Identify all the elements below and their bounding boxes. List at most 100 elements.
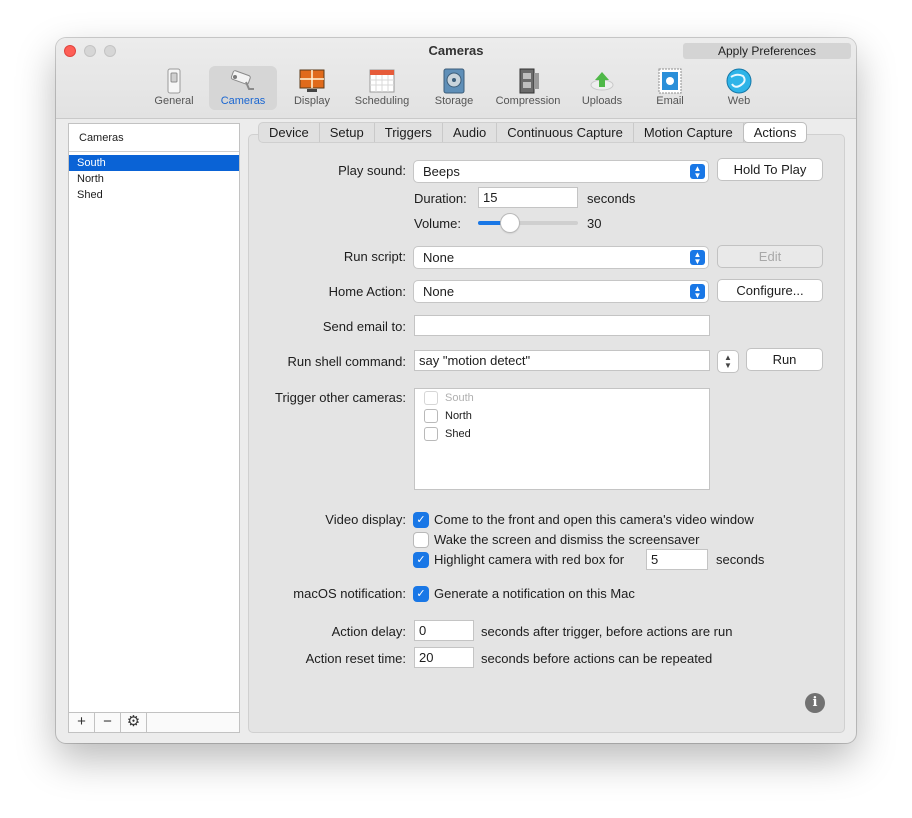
- reset-time-field[interactable]: 20: [414, 647, 474, 668]
- toolbar-item-scheduling[interactable]: Scheduling: [347, 66, 417, 110]
- toolbar-item-compression[interactable]: Compression: [490, 66, 566, 110]
- home-action-popup[interactable]: None ▲ ▼: [414, 281, 708, 302]
- video-display-label: Video display:: [325, 512, 406, 527]
- action-delay-label: Action delay:: [331, 624, 406, 639]
- wake-screen-checkbox[interactable]: [414, 533, 428, 547]
- action-delay-field[interactable]: 0: [414, 620, 474, 641]
- run-script-value: None: [423, 250, 455, 265]
- toolbar-item-email[interactable]: Email: [642, 66, 698, 110]
- run-script-popup[interactable]: None ▲ ▼: [414, 247, 708, 268]
- toolbar-item-display[interactable]: Display: [280, 66, 344, 110]
- titlebar: Cameras Apply Preferences General Camera…: [56, 38, 856, 119]
- toolbar-label: Web: [727, 95, 751, 107]
- display-grid-icon: [299, 69, 325, 92]
- popup-chevrons-icon: ▲ ▼: [690, 164, 705, 180]
- camera-settings-gear-icon[interactable]: ⚙: [121, 713, 147, 732]
- toolbar-label: General: [154, 95, 194, 107]
- tab-actions[interactable]: Actions: [743, 123, 807, 142]
- play-sound-label: Play sound:: [338, 163, 406, 178]
- preferences-window: Cameras Apply Preferences General Camera…: [56, 38, 856, 743]
- popup-chevrons-icon: ▲ ▼: [690, 284, 705, 300]
- add-camera-button[interactable]: +: [69, 713, 95, 732]
- calendar-icon: [369, 69, 395, 93]
- toolbar-label: Cameras: [220, 95, 266, 107]
- camera-list-header: Cameras: [69, 124, 239, 152]
- tab-bar: Device Setup Triggers Audio Continuous C…: [258, 122, 808, 143]
- highlight-camera-text: Highlight camera with red box for: [434, 552, 625, 567]
- globe-icon: [726, 68, 752, 94]
- tab-continuous-capture[interactable]: Continuous Capture: [497, 123, 634, 142]
- send-email-label: Send email to:: [322, 319, 406, 334]
- email-stamp-icon: [658, 68, 682, 94]
- come-to-front-text: Come to the front and open this camera's…: [434, 512, 754, 527]
- hard-drive-icon: [443, 68, 465, 94]
- toolbar-label: Email: [656, 95, 684, 107]
- sidebar-item-north[interactable]: North: [69, 171, 239, 187]
- toolbar-item-cameras[interactable]: Cameras: [209, 66, 277, 110]
- notification-checkbox[interactable]: ✓: [414, 587, 428, 601]
- upload-arrow-icon: [590, 72, 614, 91]
- tab-device[interactable]: Device: [259, 123, 320, 142]
- volume-slider[interactable]: [478, 221, 578, 225]
- notification-text: Generate a notification on this Mac: [434, 586, 635, 601]
- shell-command-stepper[interactable]: ▲ ▼: [718, 351, 738, 372]
- run-shell-button[interactable]: Run: [747, 349, 822, 370]
- toolbar-item-web[interactable]: Web: [712, 66, 766, 110]
- duration-unit: seconds: [587, 191, 636, 206]
- toolbar-label: Uploads: [581, 95, 623, 107]
- wake-screen-text: Wake the screen and dismiss the screensa…: [434, 532, 700, 547]
- tab-audio[interactable]: Audio: [443, 123, 498, 142]
- toolbar-label: Compression: [495, 95, 561, 107]
- toolbar-item-storage[interactable]: Storage: [424, 66, 484, 110]
- trigger-camera-checkbox[interactable]: [425, 428, 437, 440]
- trigger-camera-name: North: [445, 410, 472, 422]
- general-switch-icon: [167, 68, 181, 94]
- macos-notification-label: macOS notification:: [293, 586, 406, 601]
- info-icon[interactable]: i: [805, 693, 825, 713]
- toolbar-label: Storage: [434, 95, 474, 107]
- reset-time-label: Action reset time:: [305, 651, 406, 666]
- volume-slider-knob[interactable]: [501, 214, 519, 232]
- toolbar-item-general[interactable]: General: [142, 66, 206, 110]
- email-address-field[interactable]: [414, 315, 710, 336]
- apply-preferences-button[interactable]: Apply Preferences: [683, 43, 851, 59]
- sidebar-item-shed[interactable]: Shed: [69, 187, 239, 203]
- trigger-camera-checkbox: [425, 392, 437, 404]
- duration-label: Duration:: [414, 191, 467, 206]
- tab-motion-capture[interactable]: Motion Capture: [634, 123, 744, 142]
- shell-command-field[interactable]: say "motion detect": [414, 350, 710, 371]
- edit-script-button[interactable]: Edit: [718, 246, 822, 267]
- highlight-camera-checkbox[interactable]: ✓: [414, 553, 428, 567]
- come-to-front-checkbox[interactable]: ✓: [414, 513, 428, 527]
- shell-command-label: Run shell command:: [287, 354, 407, 369]
- remove-camera-button[interactable]: −: [95, 713, 121, 732]
- configure-button[interactable]: Configure...: [718, 280, 822, 301]
- camera-list-sidebar: Cameras South North Shed + − ⚙: [68, 123, 240, 733]
- tab-setup[interactable]: Setup: [320, 123, 375, 142]
- trigger-camera-name: Shed: [445, 428, 471, 440]
- run-script-label: Run script:: [343, 249, 406, 264]
- hold-to-play-button[interactable]: Hold To Play: [718, 159, 822, 180]
- play-sound-value: Beeps: [423, 164, 460, 179]
- play-sound-popup[interactable]: Beeps ▲ ▼: [414, 161, 708, 182]
- toolbar-label: Display: [293, 95, 331, 107]
- reset-time-suffix: seconds before actions can be repeated: [481, 651, 713, 666]
- film-clamp-icon: [519, 68, 539, 94]
- security-camera-icon: [230, 70, 254, 90]
- tab-triggers[interactable]: Triggers: [375, 123, 443, 142]
- home-action-label: Home Action:: [328, 284, 406, 299]
- trigger-cameras-label: Trigger other cameras:: [274, 390, 406, 405]
- duration-field[interactable]: 15: [478, 187, 578, 208]
- trigger-cameras-list: South North Shed: [414, 388, 710, 490]
- popup-chevrons-icon: ▲ ▼: [690, 250, 705, 266]
- camera-list-footer: + − ⚙: [69, 712, 239, 732]
- toolbar-label: Scheduling: [354, 95, 410, 107]
- trigger-camera-checkbox[interactable]: [425, 410, 437, 422]
- sidebar-item-south[interactable]: South: [69, 155, 239, 171]
- action-delay-suffix: seconds after trigger, before actions ar…: [481, 624, 733, 639]
- volume-label: Volume:: [414, 216, 461, 231]
- home-action-value: None: [423, 284, 455, 299]
- volume-value: 30: [587, 216, 602, 231]
- toolbar-item-uploads[interactable]: Uploads: [572, 66, 632, 110]
- highlight-seconds-field[interactable]: 5: [646, 549, 708, 570]
